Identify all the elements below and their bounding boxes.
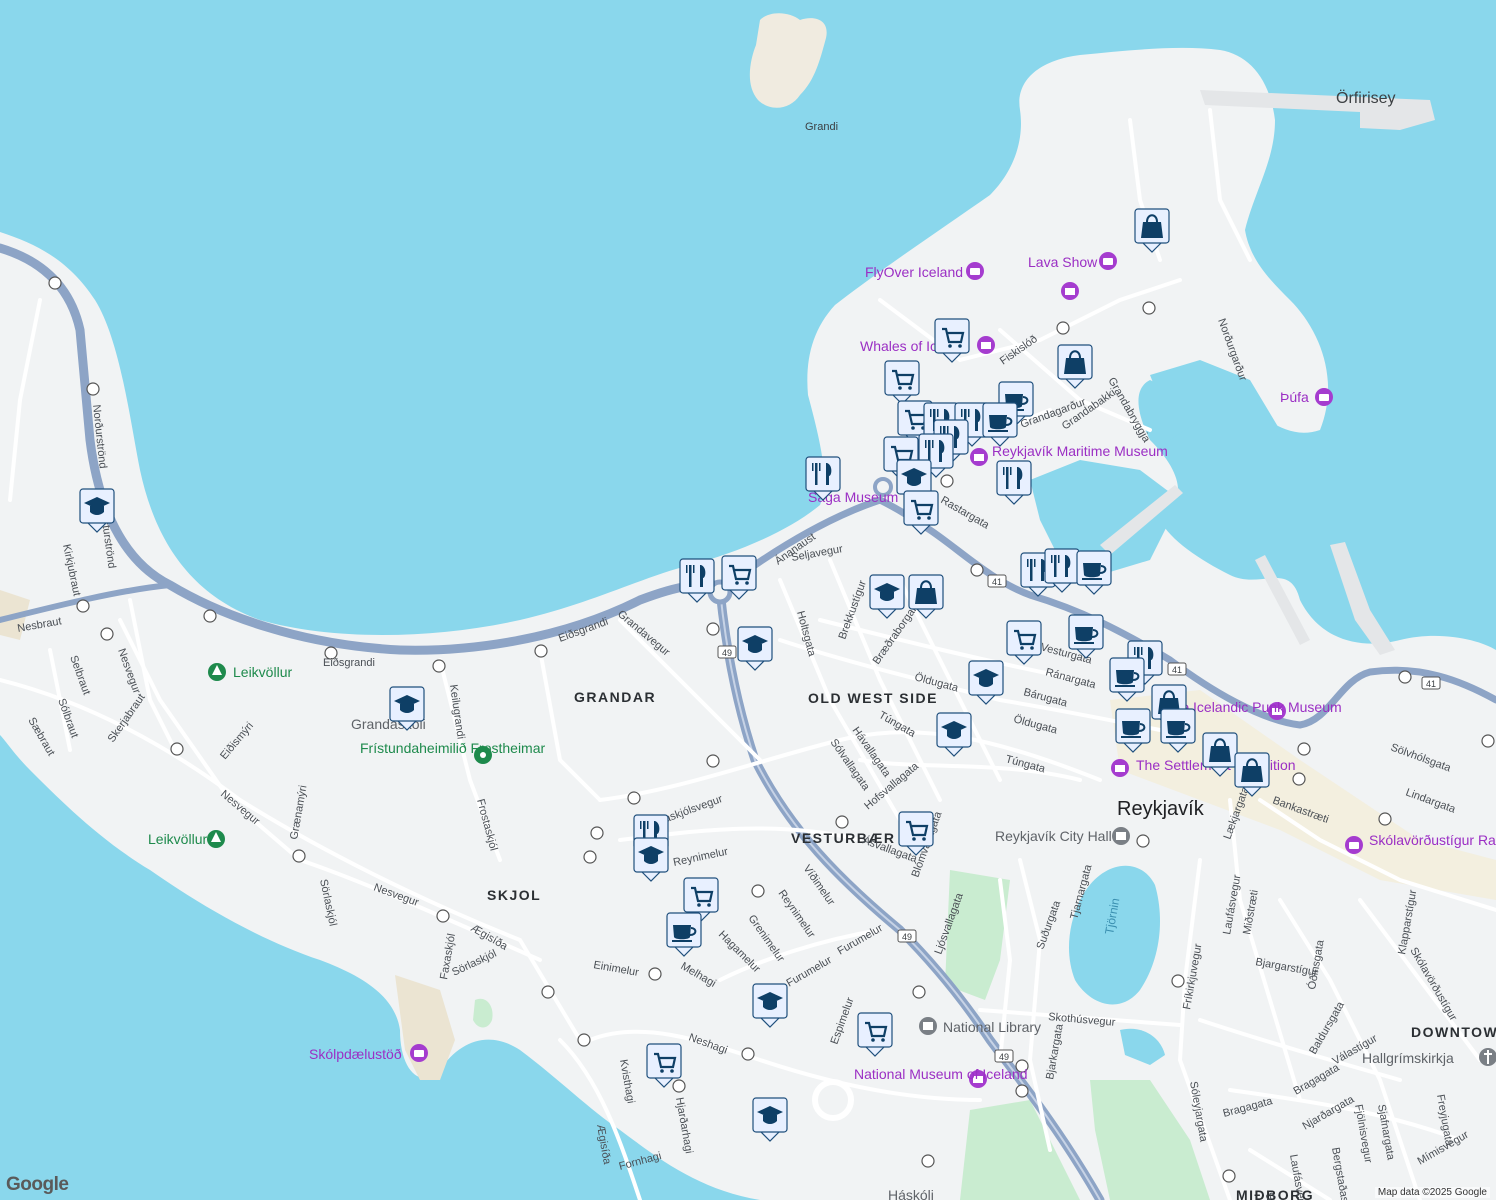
bus-stop-icon[interactable] xyxy=(1222,1169,1236,1183)
label-flyover: FlyOver Iceland xyxy=(865,264,963,280)
bus-stop-icon[interactable] xyxy=(1015,1084,1029,1098)
district-grandar: GRANDAR xyxy=(574,689,656,705)
bus-stop-icon[interactable] xyxy=(534,644,548,658)
museum-icon[interactable] xyxy=(977,336,995,354)
bus-stop-icon[interactable] xyxy=(1292,772,1306,786)
roundabout-hagatorg xyxy=(812,1079,854,1121)
bus-stop-icon[interactable] xyxy=(1398,670,1412,684)
bus-stop-icon[interactable] xyxy=(921,1154,935,1168)
bus-stop-icon[interactable] xyxy=(583,850,597,864)
label-thufa: Þúfa xyxy=(1280,389,1309,405)
bus-stop-icon[interactable] xyxy=(741,1047,755,1061)
district-skjol: SKJOL xyxy=(487,887,541,903)
svg-text:41: 41 xyxy=(1426,679,1436,689)
map-canvas[interactable]: 41 41 41 49 49 49 Örfirisey Grandi FlyOv… xyxy=(0,0,1496,1200)
bus-stop-icon[interactable] xyxy=(436,909,450,923)
label-skolpdaelustod: Skólpdælustöð xyxy=(309,1046,402,1062)
label-national-museum: National Museum of Iceland xyxy=(854,1066,1028,1082)
svg-text:49: 49 xyxy=(722,648,732,658)
label-leikvollur: Leikvöllur xyxy=(233,664,292,680)
label-skolavordustigur: Skólavörðustígur Rainbow Street xyxy=(1369,832,1496,848)
bus-stop-icon[interactable] xyxy=(672,1079,686,1093)
museum-icon[interactable] xyxy=(1061,282,1079,300)
district-downtown: DOWNTOWN xyxy=(1411,1024,1496,1040)
camera-icon[interactable] xyxy=(410,1044,428,1062)
label-national-library: National Library xyxy=(943,1019,1041,1035)
bus-stop-icon[interactable] xyxy=(706,622,720,636)
label-grandi: Grandi xyxy=(805,121,838,133)
route-shield: 49 xyxy=(897,929,917,943)
bus-stop-icon[interactable] xyxy=(76,599,90,613)
label-hallgrimskirkja: Hallgrímskirkja xyxy=(1362,1050,1454,1066)
route-shield: 41 xyxy=(987,574,1007,588)
svg-text:49: 49 xyxy=(999,1052,1009,1062)
camera-icon[interactable] xyxy=(966,262,984,280)
label-fristund: Frístundaheimilið Frostheimar xyxy=(360,740,546,756)
bus-stop-icon[interactable] xyxy=(835,815,849,829)
label-maritime-museum: Reykjavík Maritime Museum xyxy=(992,443,1168,459)
book-icon[interactable] xyxy=(919,1017,937,1035)
bus-stop-icon[interactable] xyxy=(541,985,555,999)
bus-stop-icon[interactable] xyxy=(48,276,62,290)
museum-icon[interactable] xyxy=(1111,759,1129,777)
bus-stop-icon[interactable] xyxy=(1378,812,1392,826)
label-leikvollur: Leikvöllur xyxy=(148,831,207,847)
route-shield: 49 xyxy=(717,645,737,659)
bus-stop-icon[interactable] xyxy=(970,563,984,577)
route-shield: 41 xyxy=(1167,662,1187,676)
bus-stop-icon[interactable] xyxy=(1136,834,1150,848)
bus-stop-icon[interactable] xyxy=(1481,734,1495,748)
bus-stop-icon[interactable] xyxy=(292,849,306,863)
district-old-west-side: OLD WEST SIDE xyxy=(808,690,938,706)
route-shield: 49 xyxy=(994,1049,1014,1063)
bus-stop-icon[interactable] xyxy=(751,884,765,898)
label-city-hall: Reykjavík City Hall xyxy=(995,828,1112,844)
svg-text:41: 41 xyxy=(1172,665,1182,675)
bus-stop-icon[interactable] xyxy=(577,1033,591,1047)
route-shield: 41 xyxy=(1421,676,1441,690)
bus-stop-icon[interactable] xyxy=(170,742,184,756)
svg-text:49: 49 xyxy=(902,932,912,942)
label-lava-show: Lava Show xyxy=(1028,254,1098,270)
bus-stop-icon[interactable] xyxy=(912,985,926,999)
district-haskoli: Háskóli xyxy=(888,1187,934,1200)
bus-stop-icon[interactable] xyxy=(100,627,114,641)
tree-icon[interactable] xyxy=(208,663,226,681)
bus-stop-icon[interactable] xyxy=(627,791,641,805)
bus-stop-icon[interactable] xyxy=(648,967,662,981)
bus-stop-icon[interactable] xyxy=(590,826,604,840)
bus-stop-icon[interactable] xyxy=(203,609,217,623)
svg-text:41: 41 xyxy=(992,577,1002,587)
street-label: Eiðsgrandi xyxy=(323,657,375,669)
google-logo: Google xyxy=(6,1174,69,1195)
camera-icon[interactable] xyxy=(1315,388,1333,406)
city-hall-icon[interactable] xyxy=(1112,827,1130,845)
tree-icon[interactable] xyxy=(207,830,225,848)
bus-stop-icon[interactable] xyxy=(940,474,954,488)
camera-icon[interactable] xyxy=(1099,252,1117,270)
museum-icon[interactable] xyxy=(970,448,988,466)
bus-stop-icon[interactable] xyxy=(1056,321,1070,335)
label-reykjavik: Reykjavík xyxy=(1117,798,1205,820)
bus-stop-icon[interactable] xyxy=(706,754,720,768)
bus-stop-icon[interactable] xyxy=(1171,974,1185,988)
bus-stop-icon[interactable] xyxy=(1142,301,1156,315)
bus-stop-icon[interactable] xyxy=(86,382,100,396)
camera-icon[interactable] xyxy=(1345,836,1363,854)
map-attribution: Map data ©2025 Google xyxy=(1374,1187,1490,1198)
bus-stop-icon[interactable] xyxy=(432,659,446,673)
bus-stop-icon[interactable] xyxy=(1297,742,1311,756)
label-orfirisey: Örfirisey xyxy=(1336,89,1396,107)
label-whales: Whales of Ice xyxy=(860,338,945,354)
